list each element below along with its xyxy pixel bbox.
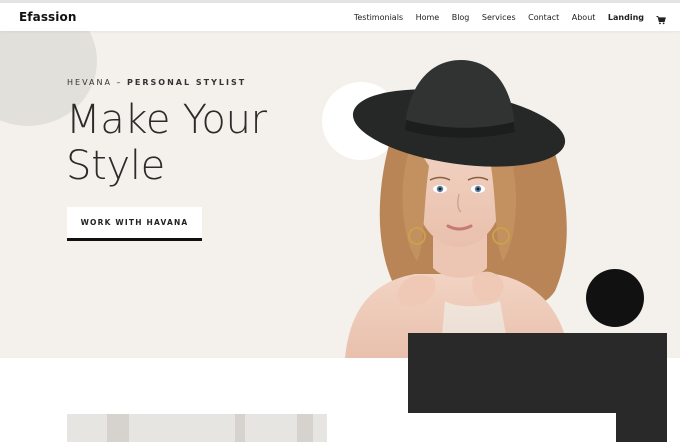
nav-link-testimonials[interactable]: Testimonials	[354, 13, 403, 22]
image-stripe	[107, 414, 129, 442]
nav-link-services[interactable]: Services	[482, 13, 516, 22]
nav-link-contact[interactable]: Contact	[528, 13, 559, 22]
content-preview-image	[67, 414, 327, 442]
hero-headline: Make Your Style	[66, 97, 306, 189]
nav-link-landing[interactable]: Landing	[608, 13, 644, 22]
hero-subtitle: HEVANA – PERSONAL STYLIST	[67, 78, 246, 87]
site-header: Efassion Testimonials Home Blog Services…	[0, 3, 680, 31]
hero-section: HEVANA – PERSONAL STYLIST Make Your Styl…	[0, 31, 680, 358]
nav-link-about[interactable]: About	[572, 13, 596, 22]
cart-icon[interactable]	[656, 12, 666, 25]
decorative-black-circle	[586, 269, 644, 327]
headline-line-1: Make Your	[66, 97, 267, 143]
image-stripe	[235, 414, 245, 442]
work-with-button[interactable]: WORK WITH HAVANA	[67, 207, 202, 241]
site-logo[interactable]: Efassion	[19, 10, 77, 24]
main-nav: Testimonials Home Blog Services Contact …	[341, 12, 666, 25]
subtitle-role: PERSONAL STYLIST	[127, 78, 247, 87]
headline-line-2: Style	[66, 143, 165, 189]
nav-link-blog[interactable]: Blog	[452, 13, 470, 22]
subtitle-name: HEVANA –	[67, 78, 128, 87]
hero-portrait-image	[305, 46, 605, 358]
decorative-dark-block-tail	[616, 413, 667, 442]
decorative-dark-block	[408, 333, 667, 413]
image-stripe	[297, 414, 313, 442]
nav-link-home[interactable]: Home	[416, 13, 440, 22]
